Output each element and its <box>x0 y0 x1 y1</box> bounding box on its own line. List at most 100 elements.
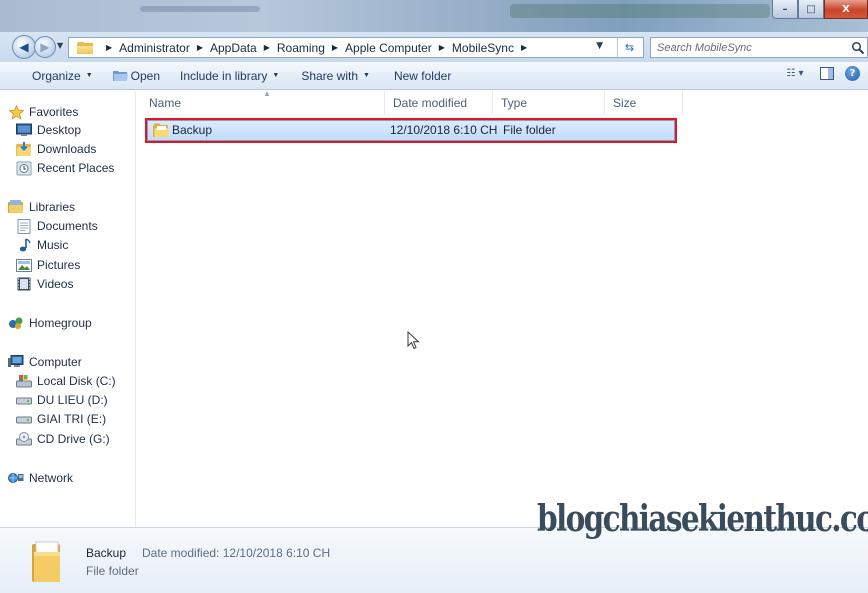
share-with-menu[interactable]: Share with ▼ <box>297 65 374 87</box>
file-row-backup[interactable]: Backup 12/10/2018 6:10 CH File folder <box>147 120 675 141</box>
sidebar-item-label: Homegroup <box>29 316 92 330</box>
open-button[interactable]: Open <box>109 65 164 87</box>
documents-icon <box>16 218 32 234</box>
breadcrumb-roaming[interactable]: Roaming <box>277 41 325 55</box>
column-header-label: Name <box>149 96 182 110</box>
include-in-library-label: Include in library <box>180 68 268 83</box>
sidebar-item-label: Libraries <box>29 200 76 214</box>
sidebar-item-local-disk-c[interactable]: Local Disk (C:) <box>16 372 116 390</box>
drive-icon <box>16 392 32 408</box>
videos-icon <box>16 276 32 292</box>
recent-places-icon <box>16 160 32 176</box>
new-folder-button[interactable]: New folder <box>390 65 455 87</box>
sidebar-item-label: Pictures <box>37 258 81 272</box>
column-header-date-modified[interactable]: Date modified <box>385 91 493 115</box>
chevron-down-icon: ▼ <box>85 72 93 79</box>
column-header-size[interactable]: Size <box>605 91 683 115</box>
sidebar-item-network[interactable]: Network <box>8 469 73 487</box>
breadcrumb-separator-icon[interactable]: ▶ <box>439 43 445 52</box>
chevron-down-icon: ▼ <box>363 72 370 79</box>
homegroup-icon <box>8 315 24 331</box>
libraries-icon <box>8 199 24 215</box>
sidebar-item-documents[interactable]: Documents <box>16 217 98 235</box>
close-button[interactable]: X <box>824 0 868 19</box>
sidebar-item-libraries[interactable]: Libraries <box>8 198 75 216</box>
sidebar-item-videos[interactable]: Videos <box>16 275 73 293</box>
column-header-label: Size <box>613 96 637 110</box>
search-input[interactable] <box>657 41 837 54</box>
cd-drive-icon <box>16 431 32 447</box>
title-blur <box>140 6 260 12</box>
refresh-icon[interactable]: ⇆ <box>617 38 641 57</box>
sidebar-item-label: Recent Places <box>37 161 115 175</box>
address-bar[interactable]: ▶ Administrator ▶ AppData ▶ Roaming ▶ Ap… <box>68 37 644 58</box>
music-icon <box>16 237 32 253</box>
downloads-folder-icon <box>16 141 32 157</box>
local-disk-icon <box>16 373 32 389</box>
sidebar-item-label: GIAI TRI (E:) <box>37 412 107 426</box>
include-in-library-menu[interactable]: Include in library ▼ <box>176 65 283 87</box>
sidebar-item-homegroup[interactable]: Homegroup <box>8 314 92 332</box>
breadcrumb-apple-computer[interactable]: Apple Computer <box>345 41 432 55</box>
preview-pane-icon[interactable] <box>819 65 835 81</box>
file-name: Backup <box>172 123 213 137</box>
maximize-button[interactable]: □ <box>798 0 824 19</box>
breadcrumb-mobilesync[interactable]: MobileSync <box>452 41 514 55</box>
pictures-icon <box>16 257 32 273</box>
folder-icon <box>77 41 93 54</box>
drive-icon <box>16 411 32 427</box>
sidebar-item-giai-tri-e[interactable]: GIAI TRI (E:) <box>16 410 106 428</box>
column-header-label: Date modified <box>393 96 468 110</box>
folder-icon <box>32 541 60 582</box>
sidebar-item-label: Downloads <box>37 142 97 156</box>
column-header-name[interactable]: Name ▲ <box>141 89 385 115</box>
network-icon <box>8 470 24 486</box>
sidebar-item-label: Desktop <box>37 123 82 137</box>
details-type: File folder <box>86 564 139 578</box>
organize-menu[interactable]: Organize ▼ <box>28 65 97 87</box>
sidebar-item-cd-drive-g[interactable]: CD Drive (G:) <box>16 430 110 448</box>
breadcrumb-separator-icon[interactable]: ▶ <box>106 43 112 52</box>
command-bar: Organize ▼ Open Include in library ▼ Share… <box>0 62 868 90</box>
breadcrumb-separator-icon[interactable]: ▶ <box>332 43 338 52</box>
computer-icon <box>8 354 24 370</box>
column-header-type[interactable]: Type <box>493 91 605 115</box>
change-view-icon[interactable]: ☷ ▾ <box>781 65 809 81</box>
breadcrumb-separator-icon[interactable]: ▶ <box>521 43 527 52</box>
sidebar-item-label: Local Disk (C:) <box>37 374 116 388</box>
sidebar-item-label: DU LIEU (D:) <box>37 393 108 407</box>
breadcrumb-separator-icon[interactable]: ▶ <box>264 43 270 52</box>
watermark-text: blogchiasekienthuc.com <box>537 498 868 540</box>
mouse-pointer-icon <box>407 331 420 350</box>
sidebar-item-downloads[interactable]: Downloads <box>16 140 96 158</box>
breadcrumb-separator-icon[interactable]: ▶ <box>197 43 203 52</box>
sort-ascending-icon: ▲ <box>263 89 271 98</box>
sidebar-item-recent-places[interactable]: Recent Places <box>16 159 114 177</box>
help-icon[interactable]: ? <box>845 65 860 81</box>
forward-button[interactable]: ▶ <box>34 36 56 58</box>
breadcrumb-appdata[interactable]: AppData <box>210 41 257 55</box>
title-bar: – □ X <box>0 0 868 32</box>
address-history-dropdown-icon[interactable]: ▼ <box>596 41 603 51</box>
column-header-label: Type <box>501 96 528 110</box>
sidebar-item-label: Network <box>29 471 74 485</box>
share-with-label: Share with <box>301 68 359 83</box>
sidebar-item-label: Music <box>37 238 69 252</box>
breadcrumb-administrator[interactable]: Administrator <box>119 41 190 55</box>
sidebar-item-pictures[interactable]: Pictures <box>16 256 80 274</box>
open-label: Open <box>130 68 160 83</box>
organize-label: Organize <box>32 68 81 83</box>
sidebar-item-music[interactable]: Music <box>16 236 68 254</box>
sidebar-item-du-lieu-d[interactable]: DU LIEU (D:) <box>16 391 108 409</box>
sidebar-item-favorites[interactable]: Favorites <box>8 103 78 121</box>
sidebar-item-label: Favorites <box>29 105 79 119</box>
minimize-button[interactable]: – <box>772 0 798 19</box>
recent-pages-dropdown-icon[interactable]: ▼ <box>57 41 63 50</box>
search-box[interactable] <box>650 37 868 58</box>
window-controls: – □ X <box>772 0 868 19</box>
sidebar-item-computer[interactable]: Computer <box>8 353 82 371</box>
sidebar-item-desktop[interactable]: Desktop <box>16 121 81 139</box>
back-button[interactable]: ◀ <box>12 35 36 59</box>
search-icon[interactable] <box>851 41 865 55</box>
desktop-icon <box>16 122 32 138</box>
